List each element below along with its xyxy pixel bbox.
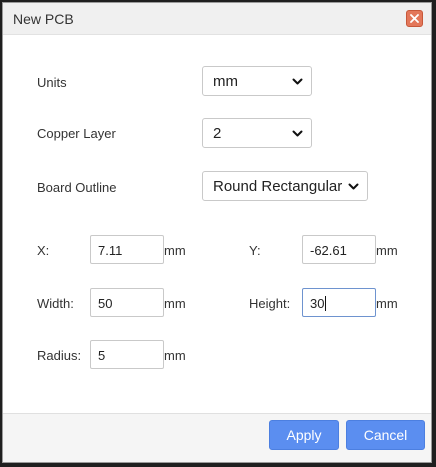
close-icon bbox=[410, 14, 419, 23]
x-label: X: bbox=[37, 243, 50, 258]
radius-input-value: 5 bbox=[98, 348, 106, 363]
y-input[interactable]: -62.61 bbox=[302, 235, 376, 264]
copper-layer-label: Copper Layer bbox=[37, 126, 116, 141]
x-unit: mm bbox=[164, 243, 186, 258]
dialog-title: New PCB bbox=[13, 11, 74, 27]
height-unit: mm bbox=[376, 296, 398, 311]
x-input-value: 7.11 bbox=[98, 243, 123, 258]
units-select[interactable]: mm bbox=[202, 66, 312, 96]
text-cursor bbox=[325, 296, 327, 311]
units-label: Units bbox=[37, 75, 67, 90]
y-input-value: -62.61 bbox=[310, 243, 347, 258]
chevron-down-icon bbox=[292, 78, 303, 85]
cancel-button[interactable]: Cancel bbox=[346, 420, 425, 450]
height-input[interactable]: 30 bbox=[302, 288, 376, 317]
radius-label: Radius: bbox=[37, 348, 82, 363]
height-label: Height: bbox=[249, 296, 291, 311]
y-unit: mm bbox=[376, 243, 398, 258]
board-outline-label: Board Outline bbox=[37, 180, 117, 195]
new-pcb-dialog: New PCB Units mm Copper Layer 2 Board Ou… bbox=[2, 2, 432, 463]
dialog-footer: Apply Cancel bbox=[3, 413, 431, 462]
y-label: Y: bbox=[249, 243, 261, 258]
radius-unit: mm bbox=[164, 348, 186, 363]
x-input[interactable]: 7.11 bbox=[90, 235, 164, 264]
title-bar[interactable]: New PCB bbox=[3, 3, 431, 35]
close-button[interactable] bbox=[406, 10, 423, 27]
height-input-value: 30 bbox=[310, 296, 325, 311]
chevron-down-icon bbox=[348, 183, 359, 190]
board-outline-select[interactable]: Round Rectangular bbox=[202, 171, 368, 201]
copper-layer-select-value: 2 bbox=[213, 125, 222, 142]
radius-input[interactable]: 5 bbox=[90, 340, 164, 369]
height-input-text: 30 bbox=[310, 296, 327, 311]
apply-button[interactable]: Apply bbox=[269, 420, 339, 450]
width-unit: mm bbox=[164, 296, 186, 311]
copper-layer-select[interactable]: 2 bbox=[202, 118, 312, 148]
width-input-value: 50 bbox=[98, 296, 113, 311]
chevron-down-icon bbox=[292, 130, 303, 137]
units-select-value: mm bbox=[213, 73, 238, 90]
width-label: Width: bbox=[37, 296, 74, 311]
width-input[interactable]: 50 bbox=[90, 288, 164, 317]
board-outline-select-value: Round Rectangular bbox=[213, 178, 343, 195]
